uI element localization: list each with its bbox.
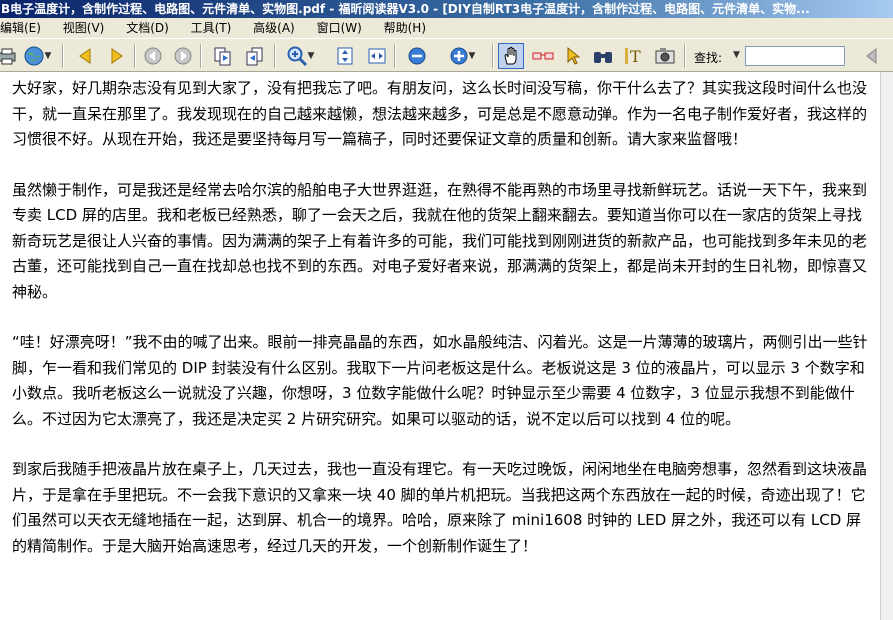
menu-help[interactable]: 帮助(H) [384,18,426,38]
select-tool-button[interactable] [560,43,586,69]
separator [492,44,494,68]
svg-text:T: T [630,47,641,66]
chevron-down-icon: ▼ [468,51,476,61]
menu-view[interactable]: 视图(V) [63,18,105,38]
print-button[interactable] [0,43,20,69]
separator [134,44,136,68]
zoom-in-icon [287,46,307,67]
search-input[interactable] [745,46,845,66]
zoom-button[interactable]: ▼ [282,43,318,69]
text-tool-icon: T [625,47,641,66]
select-arrow-icon [567,46,581,65]
forward-icon [174,47,192,65]
separator [684,44,686,68]
zoom-out-minus-icon [408,47,426,65]
chevron-down-icon[interactable]: ▼ [733,50,740,60]
forward-button[interactable] [170,43,196,69]
next-arrow-icon [111,48,123,64]
hand-tool-icon [504,46,517,65]
window-title: B电子温度计，含制作过程、电路图、元件清单、实物图.pdf - 福昕阅读器V3.… [1,2,810,16]
separator [274,44,276,68]
prev-page-button[interactable] [72,43,98,69]
fit-page-icon [337,47,353,65]
print-icon [0,48,16,65]
prev-arrow-icon [866,47,877,65]
fit-width-button[interactable] [364,43,390,69]
text-tool-button[interactable]: T [622,43,648,69]
fit-page-button[interactable] [332,43,358,69]
search-label: 查找: [694,51,723,65]
menu-advanced[interactable]: 高级(A) [253,18,295,38]
fit-width-icon [368,48,386,64]
zoom-out-button[interactable] [400,43,434,69]
document-paragraph: 到家后我随手把液晶片放在桌子上，几天过去，我也一直没有理它。有一天吃过晚饭，闲闲… [12,460,868,555]
snapshot-icon [655,48,675,64]
search-prev-button[interactable] [858,43,884,69]
menu-tools[interactable]: 工具(T) [191,18,232,38]
globe-button[interactable]: ▼ [20,43,54,69]
next-page-button[interactable] [104,43,130,69]
snapshot-button[interactable] [652,43,678,69]
back-icon [144,47,162,65]
chevron-down-icon: ▼ [44,51,52,61]
document-paragraph: “哇！好漂亮呀！”我不由的喊了出来。眼前一排亮晶晶的东西，如水晶般纯洁、闪着光。… [12,333,868,428]
menu-bar: 编辑(E) 视图(V) 文档(D) 工具(T) 高级(A) 窗口(W) 帮助(H… [0,18,893,38]
copy-page-button[interactable] [210,43,236,69]
chevron-down-icon: ▼ [307,51,315,61]
vertical-scrollbar[interactable] [880,72,893,620]
copy-page-icon [214,47,231,66]
document-paragraph: 大好家，好几期杂志没有见到大家了，没有把我忘了吧。有朋友问，这么长时间没写稿，你… [12,79,868,148]
binoculars-icon [594,52,612,63]
menu-document[interactable]: 文档(D) [126,18,169,38]
title-bar: B电子温度计，含制作过程、电路图、元件清单、实物图.pdf - 福昕阅读器V3.… [0,0,893,18]
paste-page-icon [246,47,263,66]
hand-tool-button[interactable] [498,43,524,69]
glasses-icon [532,52,554,60]
document-paragraph: 虽然懒于制作，可是我还是经常去哈尔滨的船舶电子大世界逛逛，在熟得不能再熟的市场里… [12,180,868,301]
glasses-button[interactable] [530,43,556,69]
zoom-in-plus-button[interactable]: ▼ [444,43,480,69]
menu-window[interactable]: 窗口(W) [317,18,362,38]
prev-arrow-icon [79,48,91,64]
paste-page-button[interactable] [242,43,268,69]
binoculars-button[interactable] [590,43,616,69]
document-view[interactable]: 大好家，好几期杂志没有见到大家了，没有把我忘了吧。有朋友问，这么长时间没写稿，你… [0,72,880,620]
separator [62,44,64,68]
zoom-in-plus-icon [450,47,468,65]
menu-edit[interactable]: 编辑(E) [0,18,41,38]
globe-icon [24,46,44,66]
separator [200,44,202,68]
back-button[interactable] [140,43,166,69]
toolbar: ▼ ▼ ▼ T 查找: ▼ [0,38,893,72]
separator [394,44,396,68]
